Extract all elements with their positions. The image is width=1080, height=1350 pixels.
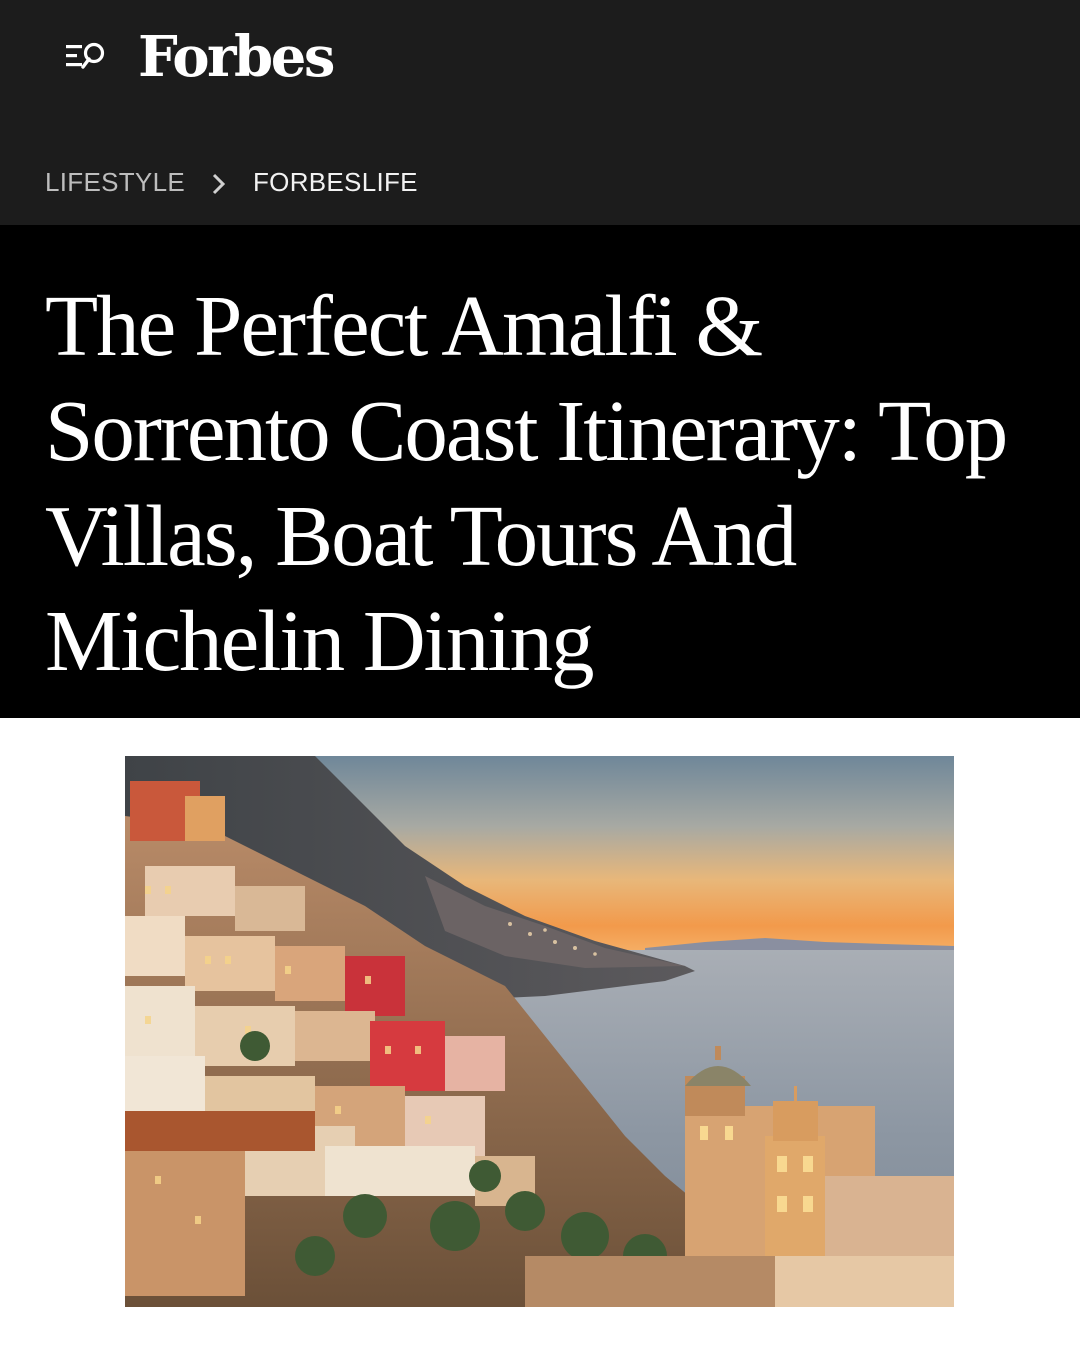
headline-block: The Perfect Amalfi & Sorrento Coast Itin… bbox=[0, 225, 1080, 718]
breadcrumb-item-lifestyle[interactable]: LIFESTYLE bbox=[45, 167, 185, 198]
chevron-right-icon bbox=[185, 167, 253, 198]
hero-image bbox=[125, 756, 954, 1307]
forbes-logo[interactable]: Forbes bbox=[138, 22, 335, 92]
site-header: Forbes LIFESTYLE FORBESLIFE bbox=[0, 0, 1080, 225]
article-headline: The Perfect Amalfi & Sorrento Coast Itin… bbox=[45, 277, 1008, 689]
breadcrumb: LIFESTYLE FORBESLIFE bbox=[45, 162, 418, 202]
menu-search-icon[interactable] bbox=[62, 38, 114, 80]
breadcrumb-item-forbeslife[interactable]: FORBESLIFE bbox=[253, 167, 418, 198]
positano-sunset-photo bbox=[125, 756, 954, 1307]
